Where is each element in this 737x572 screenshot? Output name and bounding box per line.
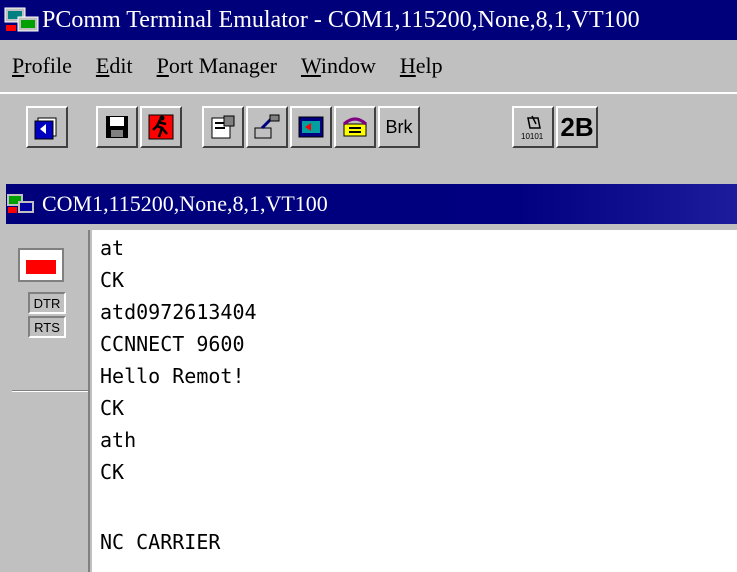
terminal-line: CK [100,396,125,420]
child-window-title: COM1,115200,None,8,1,VT100 [42,191,328,216]
panel-divider [12,390,88,392]
save-icon[interactable] [96,106,138,148]
transfer-icon[interactable] [246,106,288,148]
menu-edit[interactable]: Edit [84,53,145,79]
terminal-line: CK [100,268,125,292]
2b-button[interactable]: 2B [556,106,598,148]
break-button[interactable]: Brk [378,106,420,148]
open-icon[interactable] [26,106,68,148]
terminal-line: atd0972613404 [100,300,257,324]
pcomm-app-icon[interactable] [4,5,40,35]
exit-icon[interactable] [140,106,182,148]
menu-bar: Profile Edit Port Manager Window Help [0,40,737,92]
rts-button[interactable]: RTS [28,316,66,338]
terminal-line: Hello Remot! [100,364,245,388]
carrier-led [26,260,56,274]
mdi-frame-edge [0,170,6,572]
terminal-line: at [100,236,125,260]
window-title: PComm Terminal Emulator - COM1,115200,No… [42,6,640,33]
svg-text:10101: 10101 [521,132,544,141]
dtr-button[interactable]: DTR [28,292,66,314]
terminal-line: CK [100,460,125,484]
menu-window[interactable]: Window [289,53,388,79]
menu-help[interactable]: Help [388,53,455,79]
terminal-line: ath [100,428,137,452]
terminal-line: CCNNECT 9600 [100,332,245,356]
binary-icon[interactable]: 10101 [512,106,554,148]
menu-port-manager[interactable]: Port Manager [145,53,289,79]
child-window-title-bar[interactable]: COM1,115200,None,8,1,VT100 [6,184,737,224]
properties-icon[interactable] [202,106,244,148]
toolbar: Brk 10101 2B [0,92,737,160]
terminal-line: NC CARRIER [100,530,221,554]
carrier-indicator [18,248,64,282]
com-window-icon [7,194,34,213]
title-bar[interactable]: PComm Terminal Emulator - COM1,115200,No… [0,0,737,40]
dial-icon[interactable] [334,106,376,148]
terminal-output[interactable]: at CK atd0972613404 CCNNECT 9600 Hello R… [92,230,737,572]
menu-profile[interactable]: Profile [0,53,84,79]
capture-icon[interactable] [290,106,332,148]
